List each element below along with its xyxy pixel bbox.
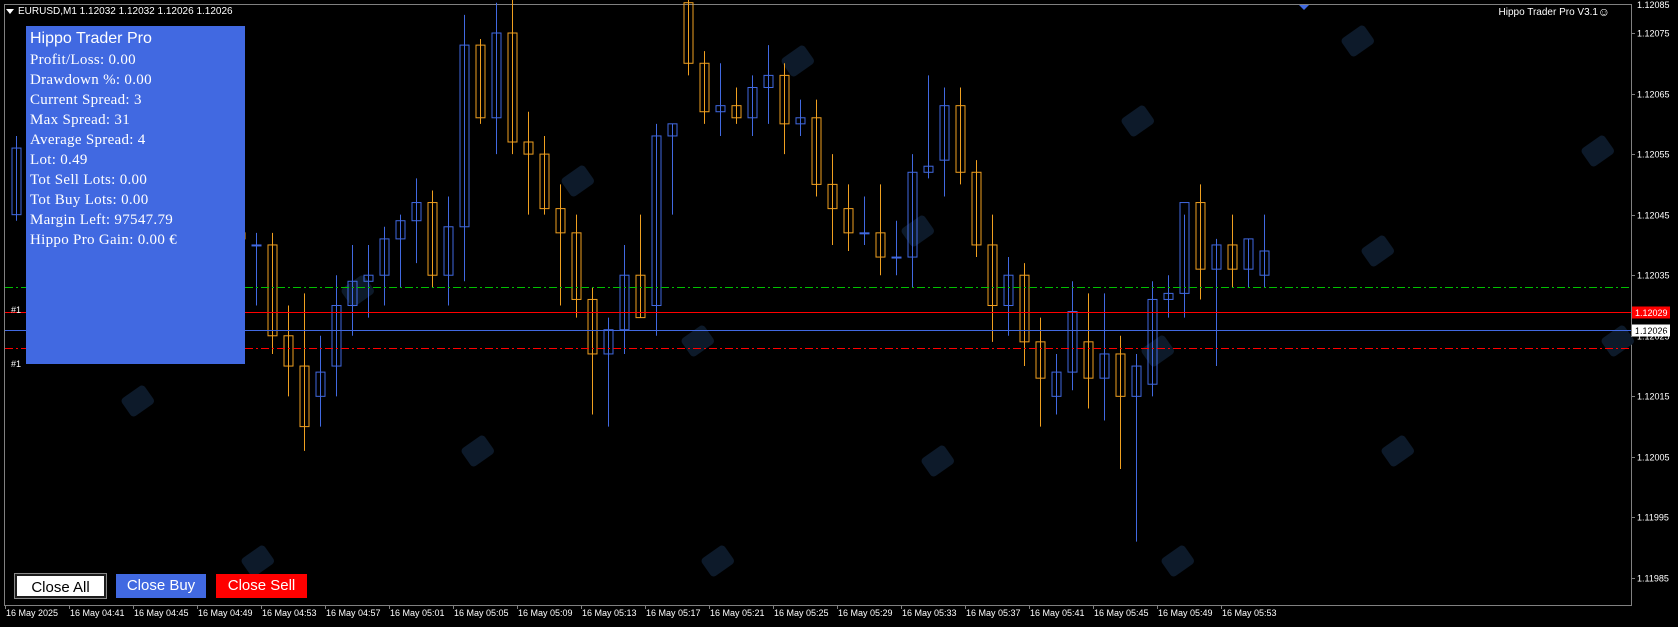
candle-body: [891, 256, 902, 259]
panel-row-drawdown: Drawdown %: 0.00: [30, 72, 152, 88]
x-tick-label: 16 May 05:25: [774, 608, 829, 618]
panel-row-margin-left: Margin Left: 97547.79: [30, 212, 174, 228]
x-tick-label: 16 May 2025: [6, 608, 58, 618]
watermark-logo: [461, 435, 494, 467]
symbol-quote: EURUSD,M1 1.12032 1.12032 1.12026 1.1202…: [18, 6, 233, 17]
panel-row-lot: Lot: 0.49: [30, 152, 88, 168]
y-axis: 1.12085 1.12075 1.12065 1.12055 1.12045 1.120…: [1631, 0, 1670, 584]
x-tick-label: 16 May 05:45: [1094, 608, 1149, 618]
info-panel: Hippo Trader Pro Profit/Loss: 0.00 Drawd…: [26, 26, 245, 364]
panel-row-tot-sell-lots: Tot Sell Lots: 0.00: [30, 172, 148, 188]
watermark-logo: [1381, 435, 1414, 467]
order-label-sl[interactable]: #1: [11, 359, 21, 369]
watermark-layer: [121, 25, 1634, 577]
watermark-logo: [121, 385, 154, 417]
price-chart[interactable]: 1.120261.12029 1.120851.120751.120651.12…: [0, 0, 1678, 627]
x-tick-label: 16 May 05:53: [1222, 608, 1277, 618]
x-tick-label: 16 May 05:17: [646, 608, 701, 618]
watermark-logo: [681, 325, 714, 357]
chart-frame: [4, 4, 1632, 606]
watermark-logo: [1121, 105, 1154, 137]
panel-row-average-spread: Average Spread: 4: [30, 132, 146, 148]
x-tick-label: 16 May 05:01: [390, 608, 445, 618]
y-tick-label: 1.12055: [1637, 150, 1670, 160]
panel-row-max-spread: Max Spread: 31: [30, 112, 131, 128]
chart-window[interactable]: 1.12026 1.12029 1.12085 1.12075 1.12065 1.12…: [0, 0, 1678, 627]
candle-body: [251, 244, 262, 247]
y-tick-label: 1.12025: [1637, 332, 1670, 342]
watermark-logo: [1161, 545, 1194, 577]
y-tick-label: 1.12015: [1637, 392, 1670, 402]
watermark-logo: [1601, 325, 1634, 357]
x-tick-label: 16 May 05:09: [518, 608, 573, 618]
x-tick-label: 16 May 05:49: [1158, 608, 1213, 618]
y-tick-label: 1.12045: [1637, 211, 1670, 221]
price-lines-layer: 1.120261.12029: [5, 287, 1670, 349]
panel-row-tot-buy-lots: Tot Buy Lots: 0.00: [30, 192, 149, 208]
x-tick-label: 16 May 04:49: [198, 608, 253, 618]
x-tick-label: 16 May 05:13: [582, 608, 637, 618]
x-tick-label: 16 May 05:21: [710, 608, 765, 618]
watermark-logo: [241, 545, 274, 577]
x-tick-label: 16 May 05:05: [454, 608, 509, 618]
x-tick-label: 16 May 05:29: [838, 608, 893, 618]
x-tick-label: 16 May 04:57: [326, 608, 381, 618]
x-tick-label: 16 May 05:41: [1030, 608, 1085, 618]
y-tick-label: 1.12085: [1637, 0, 1670, 10]
price-tag-text-sell: 1.12029: [1635, 308, 1668, 318]
watermark-logo: [781, 45, 814, 77]
close-all-button[interactable]: Close All: [14, 573, 107, 599]
x-tick-label: 16 May 04:53: [262, 608, 317, 618]
watermark-logo: [701, 545, 734, 577]
chart-shift-marker[interactable]: [1299, 5, 1309, 10]
y-tick-label: 1.12065: [1637, 90, 1670, 100]
expert-advisor-name: Hippo Trader Pro V3.1: [1498, 7, 1599, 18]
y-tick-label: 1.12035: [1637, 271, 1670, 281]
close-buy-button[interactable]: Close Buy: [116, 574, 206, 598]
symbol-header: EURUSD,M1 1.12032 1.12032 1.12026 1.1202…: [6, 6, 233, 17]
watermark-logo: [341, 275, 374, 307]
order-label-tp[interactable]: #1: [11, 305, 21, 315]
panel-row-profit-loss: Profit/Loss: 0.00: [30, 52, 136, 68]
panel-title: Hippo Trader Pro: [30, 30, 152, 47]
watermark-logo: [901, 215, 934, 247]
x-tick-label: 16 May 05:37: [966, 608, 1021, 618]
x-axis: 16 May 2025 16 May 04:41 16 May 04:45 16 Ma…: [5, 605, 1277, 618]
y-tick-label: 1.11995: [1637, 513, 1669, 523]
watermark-logo: [1141, 335, 1174, 367]
panel-row-current-spread: Current Spread: 3: [30, 92, 142, 108]
watermark-logo: [1361, 235, 1394, 267]
x-tick-label: 16 May 04:41: [70, 608, 125, 618]
candle-body: [859, 232, 870, 235]
chevron-down-icon[interactable]: [6, 9, 14, 14]
watermark-logo: [921, 445, 954, 477]
y-tick-label: 1.12075: [1637, 29, 1670, 39]
close-sell-button[interactable]: Close Sell: [216, 574, 307, 598]
panel-row-gain: Hippo Pro Gain: 0.00 €: [30, 232, 178, 248]
y-tick-label: 1.12005: [1637, 453, 1670, 463]
x-tick-label: 16 May 05:33: [902, 608, 957, 618]
watermark-logo: [561, 165, 594, 197]
watermark-logo: [1581, 135, 1614, 167]
y-tick-label: 1.11985: [1637, 574, 1669, 584]
watermark-logo: [1341, 25, 1374, 57]
x-tick-label: 16 May 04:45: [134, 608, 189, 618]
smile-icon[interactable]: ☺: [1598, 5, 1610, 19]
